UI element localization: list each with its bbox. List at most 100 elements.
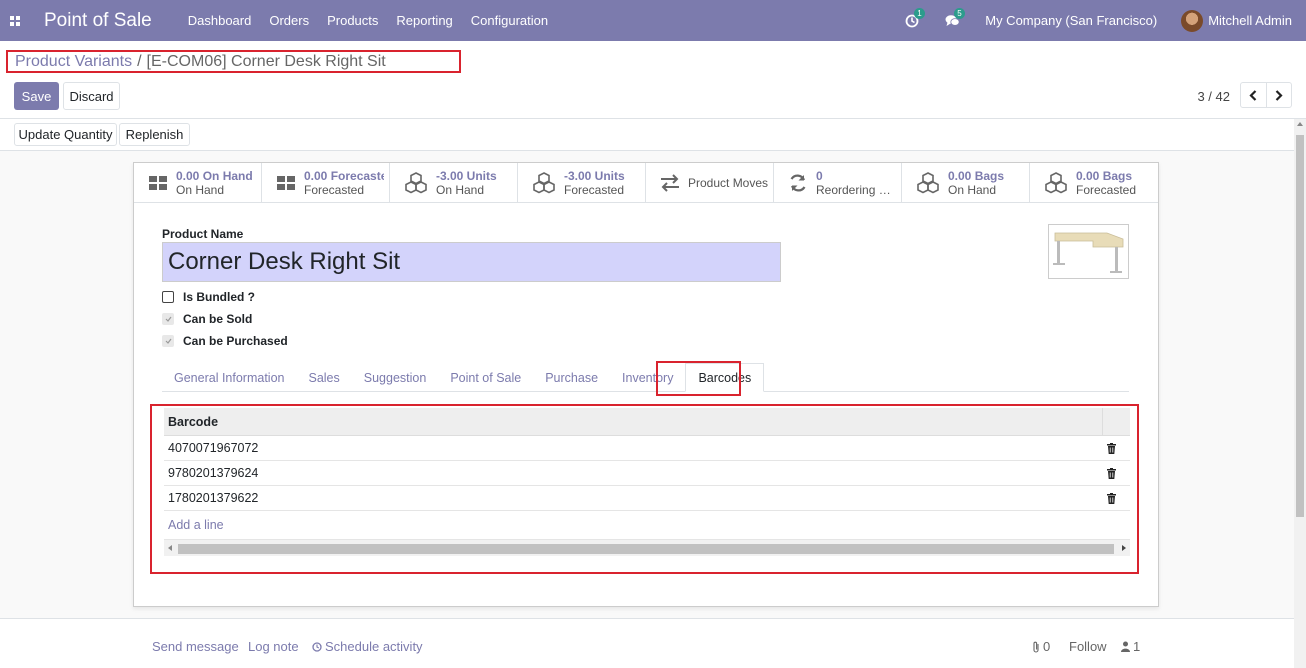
send-message-button[interactable]: Send message	[152, 639, 239, 654]
pager-buttons	[1240, 82, 1292, 108]
smart-value: 0.00 Bags	[1076, 169, 1133, 183]
trash-icon[interactable]	[1107, 443, 1116, 454]
refresh-icon	[790, 174, 806, 192]
tab-general-information[interactable]: General Information	[162, 363, 296, 392]
trash-icon[interactable]	[1107, 493, 1116, 504]
can-be-purchased-checkbox[interactable]	[162, 335, 174, 347]
schedule-activity-label: Schedule activity	[325, 639, 423, 654]
breadcrumb: Product Variants / [E-COM06] Corner Desk…	[6, 50, 461, 73]
tab-point-of-sale[interactable]: Point of Sale	[438, 363, 533, 392]
smart-label: Product Moves	[688, 176, 769, 190]
messages-icon[interactable]: 5	[945, 7, 965, 28]
exchange-icon	[661, 174, 679, 192]
user-icon	[1121, 641, 1130, 652]
menu-configuration[interactable]: Configuration	[471, 13, 548, 28]
smart-value: -3.00 Units	[436, 169, 497, 183]
clock-icon	[312, 641, 322, 652]
barcodes-table-highlight: Barcode 4070071967072 9780201379624 1780…	[150, 404, 1139, 574]
barcode-cell[interactable]: 1780201379622	[168, 491, 258, 505]
pager-previous-button[interactable]	[1241, 83, 1267, 107]
barcode-cell[interactable]: 4070071967072	[168, 441, 258, 455]
paperclip-icon	[1033, 641, 1039, 653]
table-row[interactable]: 9780201379624	[164, 461, 1130, 486]
control-panel: Product Variants / [E-COM06] Corner Desk…	[0, 41, 1306, 119]
user-avatar[interactable]	[1181, 9, 1204, 32]
smart-button-units-forecasted[interactable]: -3.00 Units Forecasted	[518, 163, 646, 203]
save-button[interactable]: Save	[14, 82, 59, 110]
tab-purchase[interactable]: Purchase	[533, 363, 610, 392]
smart-button-units-on-hand[interactable]: -3.00 Units On Hand	[390, 163, 518, 203]
pager-next-button[interactable]	[1267, 83, 1292, 107]
form-sheet: 0.00 On HandOn Hand 0.00 ForecastedForec…	[133, 162, 1159, 607]
smart-button-product-moves[interactable]: Product Moves	[646, 163, 774, 203]
scroll-left-arrow-icon[interactable]	[168, 545, 172, 551]
tab-sales[interactable]: Sales	[296, 363, 351, 392]
update-quantity-button[interactable]: Update Quantity	[14, 123, 117, 146]
smart-button-reordering-rules[interactable]: 0Reordering Rules	[774, 163, 902, 203]
vertical-scrollbar[interactable]	[1294, 119, 1306, 668]
cubes-3d-icon	[405, 172, 427, 194]
apps-menu-icon[interactable]	[0, 0, 30, 41]
activity-icon[interactable]: 1	[905, 7, 925, 28]
pager-value[interactable]: 3 / 42	[1197, 89, 1230, 104]
product-name-input[interactable]: Corner Desk Right Sit	[162, 242, 781, 282]
smart-value: 0.00 On Hand	[176, 169, 253, 183]
chevron-left-icon	[1249, 89, 1257, 101]
can-be-sold-label: Can be Sold	[183, 312, 253, 326]
product-name-label: Product Name	[162, 227, 244, 241]
cubes-icon	[277, 176, 295, 190]
replenish-button[interactable]: Replenish	[119, 123, 190, 146]
scrollbar-thumb[interactable]	[1296, 135, 1304, 517]
can-be-purchased-label: Can be Purchased	[183, 334, 288, 348]
cubes-3d-icon	[917, 172, 939, 194]
table-row[interactable]: 1780201379622	[164, 486, 1130, 511]
smart-button-bags-forecasted[interactable]: 0.00 Bags Forecasted	[1030, 163, 1158, 203]
is-bundled-checkbox-row[interactable]: Is Bundled ?	[162, 290, 255, 304]
menu-reporting[interactable]: Reporting	[396, 13, 452, 28]
can-be-sold-checkbox-row[interactable]: Can be Sold	[162, 312, 252, 326]
can-be-purchased-checkbox-row[interactable]: Can be Purchased	[162, 334, 288, 348]
trash-icon[interactable]	[1107, 468, 1116, 479]
cubes-3d-icon	[533, 172, 555, 194]
barcode-header-label: Barcode	[168, 414, 219, 429]
breadcrumb-parent-link[interactable]: Product Variants	[15, 53, 132, 71]
barcode-cell[interactable]: 9780201379624	[168, 466, 258, 480]
follow-button[interactable]: Follow	[1069, 639, 1107, 654]
attachments-button[interactable]: 0	[1032, 639, 1050, 654]
smart-button-forecasted[interactable]: 0.00 ForecastedForecasted	[262, 163, 390, 203]
scroll-up-arrow-icon[interactable]	[1297, 122, 1303, 126]
smart-value: 0.00 Bags	[948, 169, 1005, 183]
scroll-right-arrow-icon[interactable]	[1122, 545, 1126, 551]
followers-button[interactable]: 1	[1121, 639, 1140, 654]
user-menu[interactable]: Mitchell Admin	[1208, 13, 1292, 28]
tab-suggestion[interactable]: Suggestion	[352, 363, 439, 392]
is-bundled-label: Is Bundled ?	[183, 290, 255, 304]
desk-image-icon	[1053, 232, 1124, 273]
product-image[interactable]	[1048, 224, 1129, 279]
cubes-3d-icon	[1045, 172, 1067, 194]
horizontal-scrollbar-thumb[interactable]	[178, 544, 1114, 554]
breadcrumb-current: [E-COM06] Corner Desk Right Sit	[146, 52, 386, 70]
menu-dashboard[interactable]: Dashboard	[188, 13, 252, 28]
schedule-activity-button[interactable]: Schedule activity	[312, 639, 423, 654]
can-be-sold-checkbox[interactable]	[162, 313, 174, 325]
smart-label: On Hand	[948, 183, 997, 197]
followers-count: 1	[1133, 639, 1141, 654]
smart-button-bags-on-hand[interactable]: 0.00 Bags On Hand	[902, 163, 1030, 203]
horizontal-scrollbar[interactable]	[164, 539, 1130, 556]
add-a-line-link[interactable]: Add a line	[168, 518, 224, 532]
menu-orders[interactable]: Orders	[269, 13, 309, 28]
barcode-column-header[interactable]: Barcode	[164, 408, 1130, 436]
menu-products[interactable]: Products	[327, 13, 378, 28]
smart-label: Reordering Rules	[816, 183, 898, 197]
smart-button-on-hand[interactable]: 0.00 On Hand On Hand	[134, 163, 262, 203]
is-bundled-checkbox[interactable]	[162, 291, 174, 303]
log-note-button[interactable]: Log note	[248, 639, 299, 654]
app-title[interactable]: Point of Sale	[44, 10, 152, 32]
discard-button[interactable]: Discard	[63, 82, 120, 110]
table-row[interactable]: 4070071967072	[164, 436, 1130, 461]
messages-count-badge: 5	[954, 7, 965, 19]
smart-buttons-bar: 0.00 On HandOn Hand 0.00 ForecastedForec…	[134, 163, 1158, 203]
activity-count-badge: 1	[914, 7, 925, 19]
company-switcher[interactable]: My Company (San Francisco)	[985, 13, 1157, 28]
